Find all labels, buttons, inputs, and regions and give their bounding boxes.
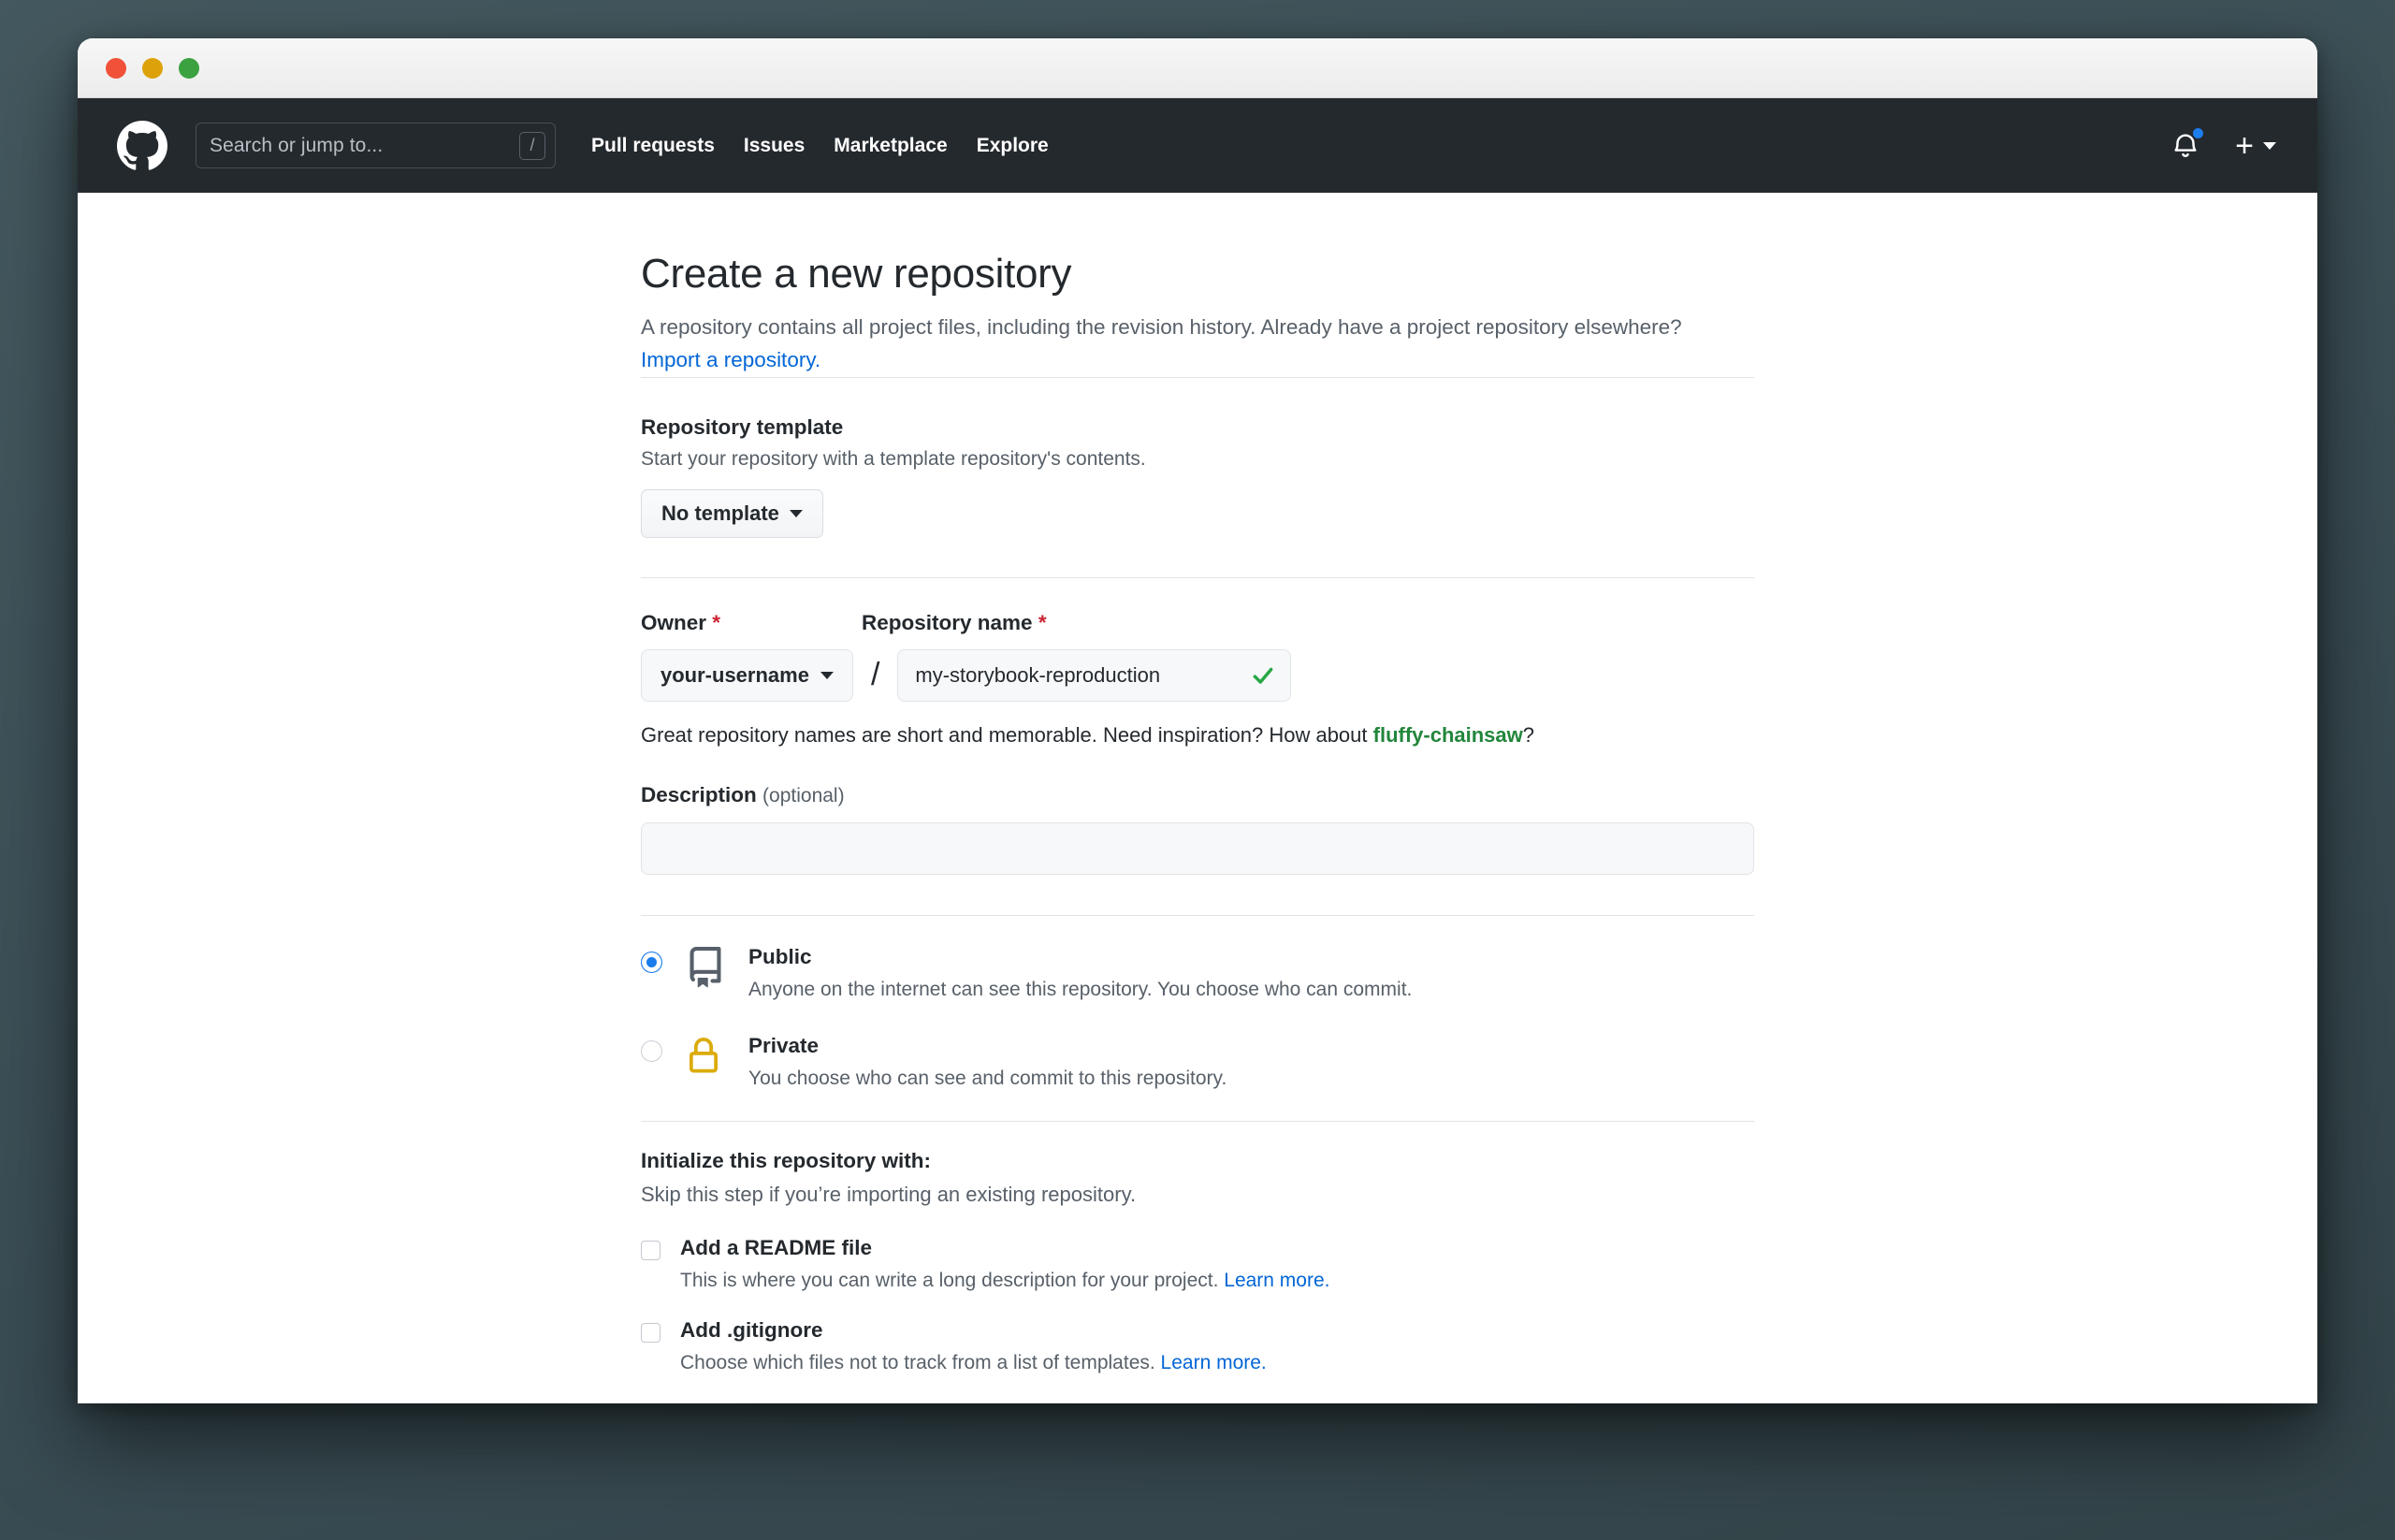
repository-template-label: Repository template — [641, 414, 844, 439]
initialize-section: Initialize this repository with: Skip th… — [641, 1122, 1754, 1403]
nav-item-marketplace[interactable]: Marketplace — [834, 135, 947, 157]
readme-option-name: Add a README file — [680, 1235, 873, 1259]
header-nav: Pull requests Issues Marketplace Explore — [591, 135, 1049, 157]
lock-icon — [685, 1036, 728, 1077]
gitignore-option-description-text: Choose which files not to track from a l… — [680, 1351, 1161, 1373]
notification-indicator — [2191, 125, 2206, 140]
readme-option-description-text: This is where you can write a long descr… — [680, 1269, 1225, 1291]
description-optional-label: (optional) — [762, 784, 845, 806]
repository-name-hint: Great repository names are short and mem… — [641, 723, 1754, 748]
page-body: Create a new repository A repository con… — [78, 193, 2317, 1403]
traffic-lights — [106, 57, 199, 79]
github-logo-icon[interactable] — [117, 120, 167, 171]
description-label: Description (optional) — [641, 783, 1754, 807]
repository-name-input[interactable]: my-storybook-reproduction — [897, 648, 1292, 702]
owner-label-text: Owner — [641, 610, 707, 634]
github-header: Search or jump to... / Pull requests Iss… — [78, 98, 2317, 193]
initialize-option-gitignore[interactable]: Add .gitignore Choose which files not to… — [641, 1318, 1754, 1374]
repository-name-hint-text: Great repository names are short and mem… — [641, 722, 1373, 747]
repository-name-label-text: Repository name — [862, 610, 1033, 634]
search-placeholder: Search or jump to... — [210, 134, 384, 156]
private-radio[interactable] — [641, 1039, 662, 1062]
chevron-down-icon — [820, 671, 834, 679]
page-description-text: A repository contains all project files,… — [641, 315, 1682, 339]
repository-name-hint-tail: ? — [1522, 722, 1535, 747]
window-titlebar — [78, 38, 2317, 98]
repository-template-description: Start your repository with a template re… — [641, 447, 1146, 470]
repository-name-label: Repository name * — [862, 611, 1047, 635]
public-option-description: Anyone on the internet can see this repo… — [748, 978, 1413, 1000]
create-new-button[interactable]: + — [2235, 130, 2276, 162]
repo-icon — [685, 946, 728, 988]
repository-name-value: my-storybook-reproduction — [915, 662, 1161, 687]
suggested-repository-name[interactable]: fluffy-chainsaw — [1373, 723, 1523, 747]
gitignore-option-description: Choose which files not to track from a l… — [680, 1352, 1267, 1374]
initialize-title: Initialize this repository with: — [641, 1148, 932, 1172]
repository-template-section: Repository template Start your repositor… — [641, 378, 1754, 538]
header-actions: + — [2170, 125, 2276, 163]
owner-value: your-username — [660, 662, 809, 687]
owner-required-mark: * — [712, 610, 721, 634]
check-icon — [1251, 663, 1275, 688]
description-label-text: Description — [641, 782, 757, 806]
close-window-button[interactable] — [106, 57, 126, 79]
visibility-section: Public Anyone on the internet can see th… — [641, 916, 1754, 1090]
search-input[interactable]: Search or jump to... / — [196, 123, 556, 168]
template-select-label: No template — [661, 501, 779, 525]
gitignore-learn-more-link[interactable]: Learn more. — [1161, 1352, 1267, 1373]
page-description: A repository contains all project files,… — [641, 312, 1689, 377]
readme-learn-more-link[interactable]: Learn more. — [1224, 1270, 1329, 1291]
description-section: Description (optional) — [641, 748, 1754, 875]
chevron-down-icon — [2263, 141, 2276, 150]
visibility-option-public[interactable]: Public Anyone on the internet can see th… — [641, 945, 1754, 1001]
public-radio[interactable] — [641, 951, 662, 973]
initialize-subtitle: Skip this step if you’re importing an ex… — [641, 1182, 1137, 1206]
chevron-down-icon — [789, 509, 803, 517]
initialize-option-partial[interactable] — [641, 1401, 1754, 1403]
nav-item-pull-requests[interactable]: Pull requests — [591, 135, 715, 157]
owner-and-name-section: Owner * Repository name * your-username … — [641, 578, 1754, 748]
browser-window: Search or jump to... / Pull requests Iss… — [78, 38, 2317, 1403]
minimize-window-button[interactable] — [142, 57, 163, 79]
gitignore-option-name: Add .gitignore — [680, 1317, 823, 1342]
notifications-button[interactable] — [2170, 125, 2206, 163]
owner-select[interactable]: your-username — [641, 648, 853, 702]
zoom-window-button[interactable] — [179, 57, 199, 79]
import-repository-link[interactable]: Import a repository. — [641, 348, 820, 371]
template-select-button[interactable]: No template — [641, 488, 823, 538]
owner-label: Owner * — [641, 611, 804, 635]
plus-icon: + — [2235, 127, 2254, 164]
description-input[interactable] — [641, 821, 1754, 875]
public-option-name: Public — [748, 944, 812, 968]
readme-checkbox[interactable] — [641, 1240, 660, 1260]
owner-name-separator: / — [870, 657, 880, 693]
visibility-option-private[interactable]: Private You choose who can see and commi… — [641, 1034, 1754, 1090]
nav-item-issues[interactable]: Issues — [744, 135, 805, 157]
private-option-description: You choose who can see and commit to thi… — [748, 1067, 1227, 1089]
nav-item-explore[interactable]: Explore — [977, 135, 1049, 157]
page-title: Create a new repository — [641, 251, 1072, 297]
gitignore-checkbox[interactable] — [641, 1322, 660, 1343]
readme-option-description: This is where you can write a long descr… — [680, 1270, 1330, 1292]
repository-name-required-mark: * — [1038, 610, 1047, 634]
initialize-option-readme[interactable]: Add a README file This is where you can … — [641, 1236, 1754, 1292]
desktop-background: Search or jump to... / Pull requests Iss… — [0, 0, 2395, 1540]
private-option-name: Private — [748, 1033, 820, 1057]
create-repo-form: Create a new repository A repository con… — [641, 193, 1754, 1403]
search-shortcut-key: / — [519, 131, 545, 160]
